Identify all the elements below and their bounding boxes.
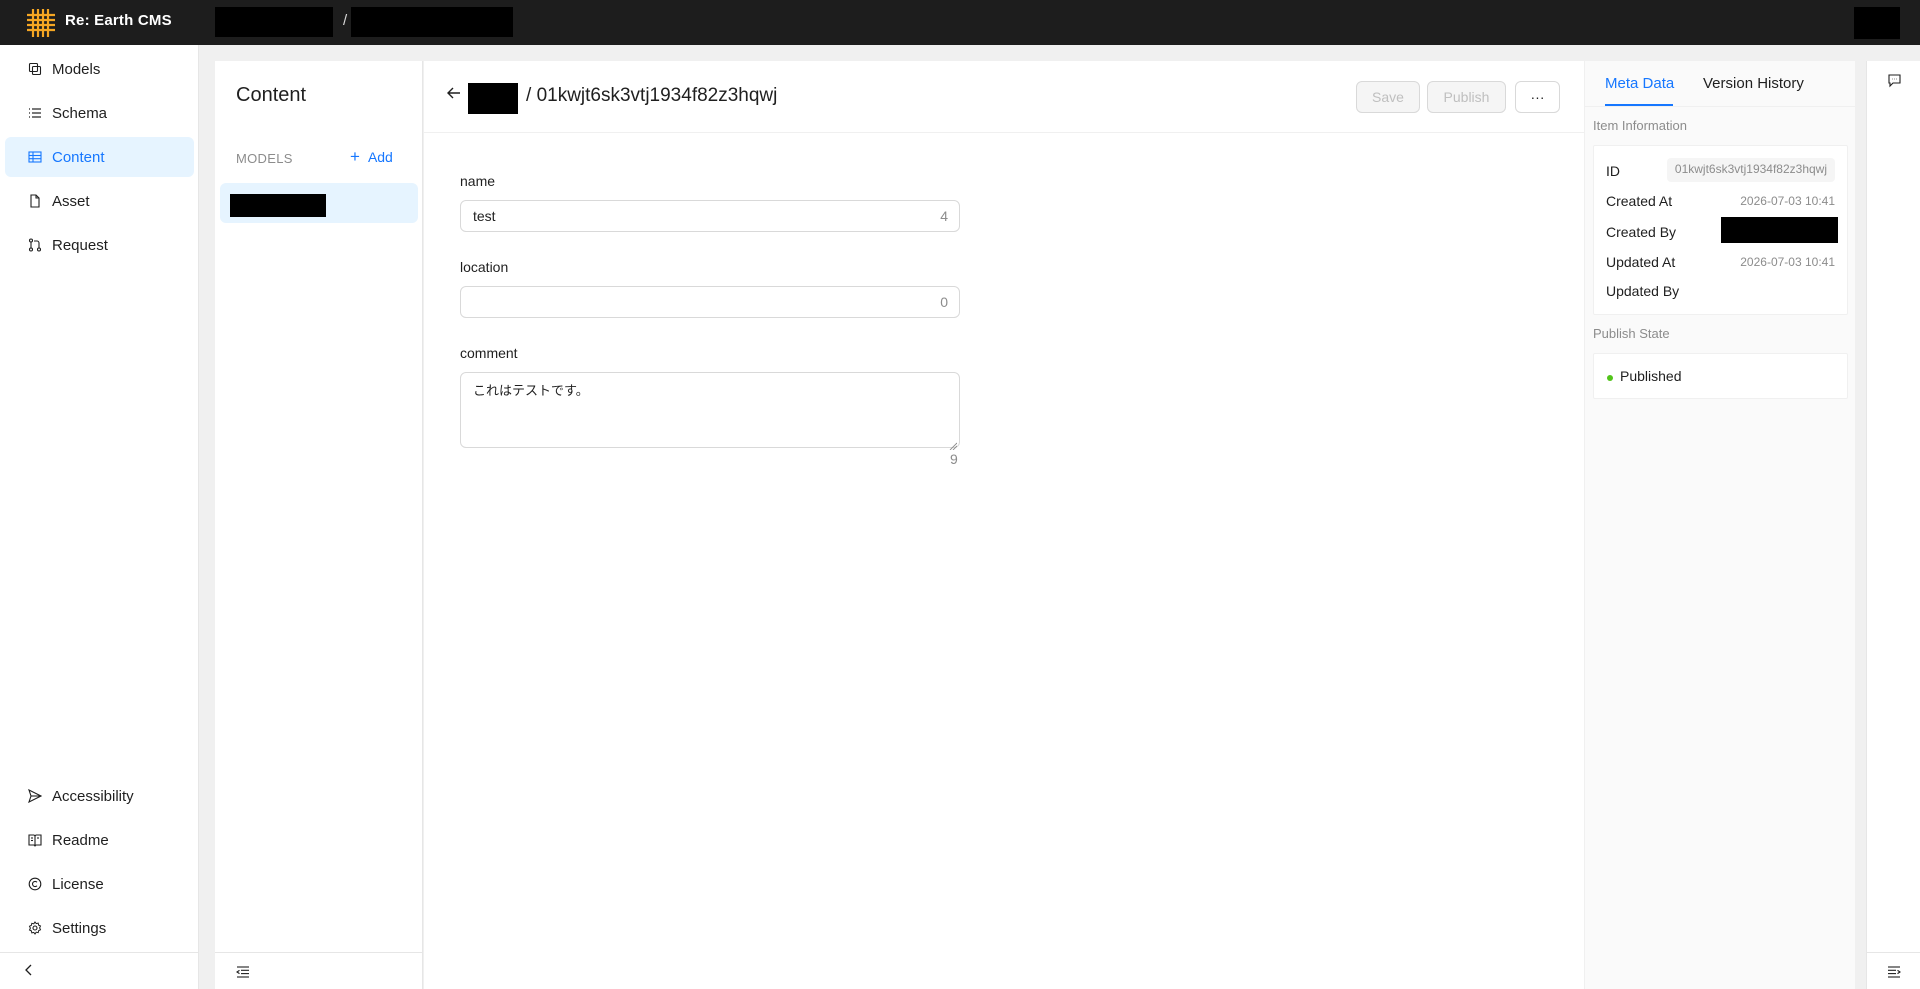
item-header: / 01kwjt6sk3vtj1934f82z3hqwj Save Publis… xyxy=(424,61,1584,133)
brand-name[interactable]: Re: Earth CMS xyxy=(65,12,172,29)
meta-tabs: Meta Data Version History xyxy=(1585,61,1855,107)
active-tab-indicator xyxy=(1605,104,1673,106)
right-rail xyxy=(1866,61,1920,989)
re-earth-logo-icon[interactable] xyxy=(24,6,58,40)
title-separator: / xyxy=(526,85,532,106)
nav-item-models[interactable]: Models xyxy=(5,49,194,89)
comment-char-count: 9 xyxy=(950,451,958,467)
publish-state-label: Publish State xyxy=(1593,326,1670,341)
publish-state-card: Published xyxy=(1593,353,1848,399)
nav-item-content[interactable]: Content xyxy=(5,137,194,177)
nav-item-label: Accessibility xyxy=(52,787,134,805)
nav-item-settings[interactable]: Settings xyxy=(5,908,194,948)
comment-textarea[interactable]: これはテストです。 xyxy=(460,372,960,451)
publish-state-value: Published xyxy=(1620,368,1682,384)
schema-icon xyxy=(28,106,42,120)
menu-fold-icon[interactable] xyxy=(236,965,250,979)
created-by-value xyxy=(1721,217,1838,243)
item-information-label: Item Information xyxy=(1593,118,1687,133)
save-button[interactable]: Save xyxy=(1356,81,1420,113)
menu-unfold-icon[interactable] xyxy=(1887,965,1901,979)
tab-meta-data[interactable]: Meta Data xyxy=(1605,75,1674,92)
file-icon xyxy=(28,194,42,208)
add-model-label: Add xyxy=(367,149,393,165)
nav-item-request[interactable]: Request xyxy=(5,225,194,265)
models-panel-footer xyxy=(215,952,423,989)
nav-item-label: Schema xyxy=(52,104,108,122)
models-panel: Content MODELS + Add xyxy=(215,61,423,989)
nav-item-label: Request xyxy=(52,236,108,254)
book-icon xyxy=(28,833,42,847)
right-rail-footer xyxy=(1867,952,1920,989)
user-menu[interactable] xyxy=(1854,7,1900,39)
created-at-key: Created At xyxy=(1606,193,1673,209)
arrow-left-icon[interactable] xyxy=(446,85,462,101)
field-label-location: location xyxy=(460,259,509,275)
item-model-name xyxy=(468,83,518,114)
content-table-icon xyxy=(28,150,42,164)
name-char-count: 4 xyxy=(940,208,948,224)
created-at-value: 2026-07-03 10:41 xyxy=(1740,194,1835,208)
item-editor: / 01kwjt6sk3vtj1934f82z3hqwj Save Publis… xyxy=(424,61,1584,989)
nav-item-license[interactable]: License xyxy=(5,864,194,904)
breadcrumb-separator: / xyxy=(343,12,348,29)
nav-item-asset[interactable]: Asset xyxy=(5,181,194,221)
id-value[interactable]: 01kwjt6sk3vtj1934f82z3hqwj xyxy=(1666,158,1835,182)
more-actions-button[interactable]: ··· xyxy=(1515,81,1560,113)
breadcrumb-project[interactable] xyxy=(351,7,513,37)
name-input-value: test xyxy=(473,208,496,224)
pull-request-icon xyxy=(28,238,42,252)
nav-item-label: Asset xyxy=(52,192,90,210)
top-header: Re: Earth CMS / xyxy=(0,0,1920,45)
created-by-key: Created By xyxy=(1606,224,1677,240)
id-key: ID xyxy=(1606,163,1620,179)
meta-panel: Meta Data Version History Item Informati… xyxy=(1585,61,1855,989)
item-information-card: ID 01kwjt6sk3vtj1934f82z3hqwj Created At… xyxy=(1593,145,1848,315)
nav-item-label: Content xyxy=(52,148,105,166)
breadcrumb-workspace[interactable] xyxy=(215,7,333,37)
models-section-label: MODELS xyxy=(236,151,293,166)
plus-icon: + xyxy=(350,147,360,166)
gear-icon xyxy=(28,921,42,935)
name-input[interactable]: test 4 xyxy=(460,200,960,232)
location-char-count: 0 xyxy=(940,294,948,310)
chevron-left-icon[interactable] xyxy=(22,963,36,977)
nav-item-label: License xyxy=(52,875,104,893)
comment-value: これはテストです。 xyxy=(473,383,589,398)
copyright-icon xyxy=(28,877,42,891)
tab-version-history[interactable]: Version History xyxy=(1703,75,1804,92)
field-label-comment: comment xyxy=(460,345,518,361)
publish-button[interactable]: Publish xyxy=(1427,81,1506,113)
field-label-name: name xyxy=(460,173,496,189)
model-list-item[interactable] xyxy=(220,183,418,223)
model-name xyxy=(230,194,326,217)
nav-item-label: Models xyxy=(52,60,101,78)
nav-item-readme[interactable]: Readme xyxy=(5,820,194,860)
nav-item-accessibility[interactable]: Accessibility xyxy=(5,776,194,816)
models-icon xyxy=(28,62,42,76)
nav-item-label: Settings xyxy=(52,919,107,937)
updated-at-key: Updated At xyxy=(1606,254,1676,270)
location-input[interactable]: 0 xyxy=(460,286,960,318)
send-icon xyxy=(28,789,42,803)
left-nav-footer xyxy=(0,952,199,989)
comment-icon[interactable] xyxy=(1887,73,1902,88)
item-title: / 01kwjt6sk3vtj1934f82z3hqwj xyxy=(526,85,777,107)
panel-title: Content xyxy=(236,84,307,106)
updated-by-key: Updated By xyxy=(1606,283,1680,299)
nav-item-label: Readme xyxy=(52,831,109,849)
item-id-title: 01kwjt6sk3vtj1934f82z3hqwj xyxy=(536,85,778,106)
updated-at-value: 2026-07-03 10:41 xyxy=(1740,255,1835,269)
nav-item-schema[interactable]: Schema xyxy=(5,93,194,133)
add-model-button[interactable]: + Add xyxy=(350,147,393,166)
left-nav: Models Schema Content Asset Request Acce… xyxy=(0,45,199,989)
resize-grip-icon[interactable] xyxy=(949,437,958,451)
status-dot xyxy=(1607,375,1613,381)
